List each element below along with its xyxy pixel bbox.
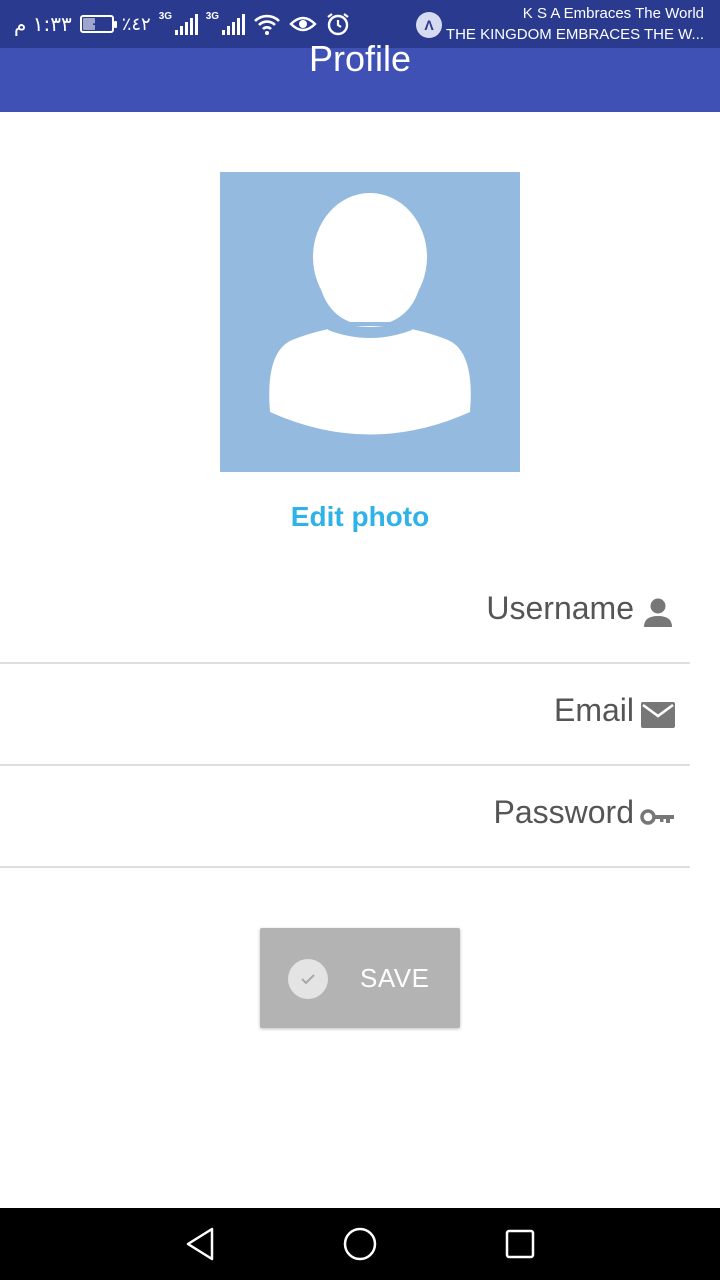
- save-button-label: SAVE: [360, 963, 430, 993]
- password-field[interactable]: Password: [0, 766, 690, 868]
- home-icon[interactable]: [340, 1226, 380, 1262]
- mail-icon: [640, 697, 676, 733]
- alarm-icon: [325, 11, 351, 37]
- network-type-label: 3G: [158, 11, 173, 22]
- notification-line-1: K S A Embraces The World: [522, 5, 704, 22]
- status-bar-indicators: ١:٣٣ م + ٪٤٢ 3G 3G: [14, 8, 351, 40]
- edit-photo-link[interactable]: Edit photo: [0, 501, 720, 533]
- eye-icon: [289, 13, 317, 35]
- back-icon[interactable]: [180, 1226, 220, 1262]
- key-icon: [640, 799, 676, 835]
- profile-photo[interactable]: [220, 172, 520, 472]
- network-type-label: 3G: [205, 11, 220, 22]
- battery-percent: ٪٤٢: [121, 13, 151, 35]
- notification-app-icon: Λ: [416, 12, 442, 38]
- person-placeholder-icon: [269, 193, 471, 435]
- username-label: Username: [486, 590, 634, 626]
- wifi-icon: [253, 12, 281, 36]
- status-time: ١:٣٣ م: [14, 12, 72, 36]
- recents-icon[interactable]: [500, 1226, 540, 1262]
- signal-icon: 3G: [205, 11, 245, 35]
- check-circle-icon: [288, 959, 328, 999]
- signal-icon: 3G: [158, 11, 198, 35]
- page-title: Profile: [308, 38, 412, 79]
- email-field[interactable]: Email: [0, 664, 690, 766]
- battery-charging-icon: +: [79, 15, 117, 33]
- save-button[interactable]: SAVE: [260, 928, 460, 1028]
- password-label: Password: [493, 794, 635, 830]
- navigation-bar: [0, 1208, 720, 1280]
- username-field[interactable]: Username: [0, 562, 690, 664]
- app-bar: ١:٣٣ م + ٪٤٢ 3G 3G Λ K S A Embraces The …: [0, 0, 720, 112]
- person-icon: [640, 595, 676, 631]
- email-label: Email: [553, 692, 634, 728]
